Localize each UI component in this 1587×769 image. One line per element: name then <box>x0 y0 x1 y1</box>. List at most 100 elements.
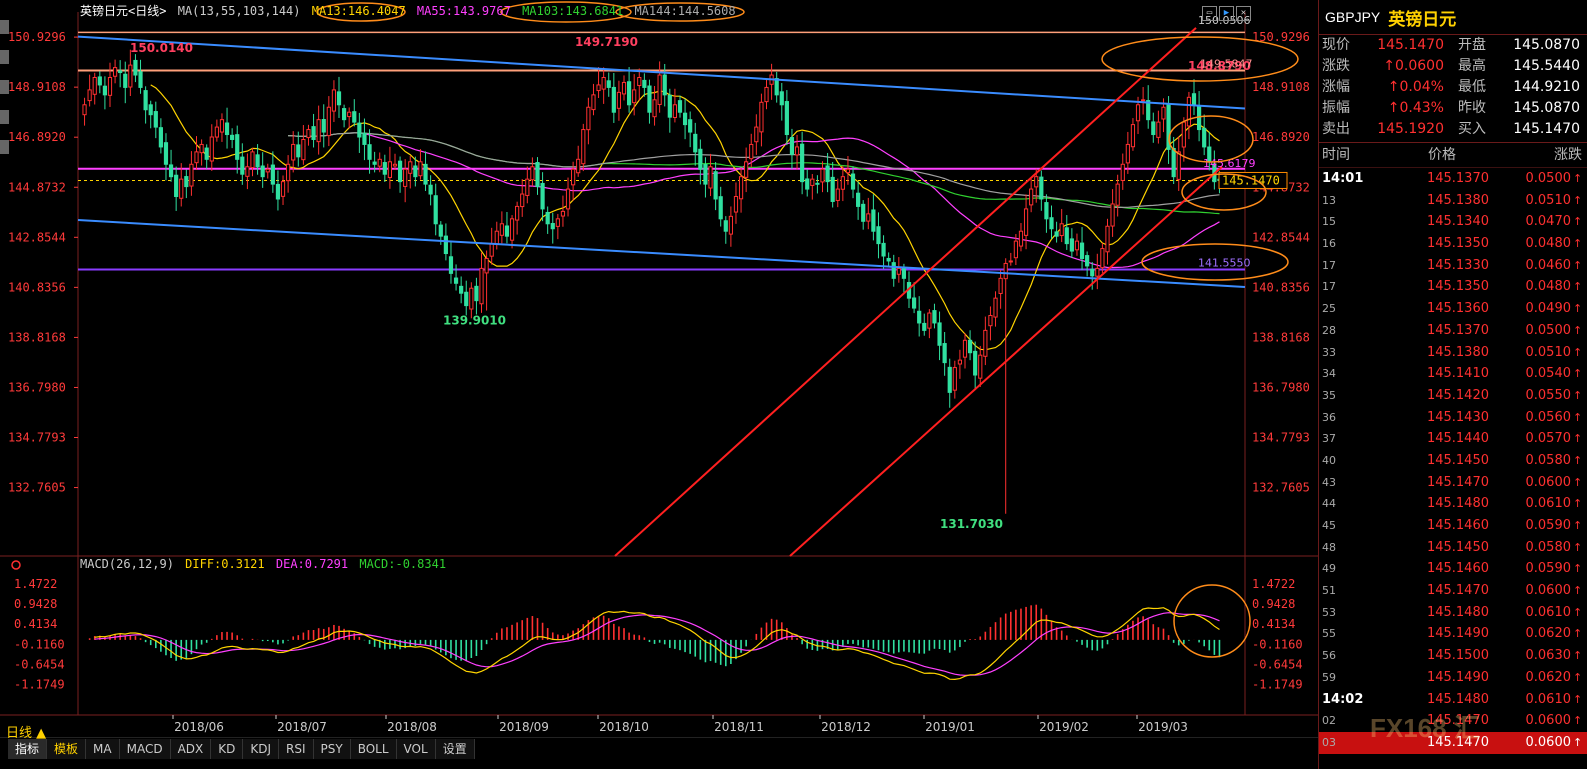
tick-row: 14:02 145.1480 0.0610 ↑ <box>1319 689 1587 711</box>
candle-body <box>805 178 810 190</box>
tick-time: 56 <box>1322 649 1336 663</box>
candle-body <box>1110 203 1115 227</box>
tick-price: 145.1350 <box>1426 236 1489 252</box>
up-arrow-icon: ↑ <box>1573 302 1583 316</box>
quote-label: 买入 <box>1458 121 1486 137</box>
candle-body <box>993 297 998 318</box>
candle-body <box>499 223 504 236</box>
left-toolbar[interactable] <box>0 20 10 220</box>
candle-body <box>942 343 947 364</box>
candle-body <box>382 162 387 175</box>
tick-header: 时间 价格 涨跌 <box>1319 143 1587 168</box>
watermark-logo: FX168 汇 <box>1370 713 1480 743</box>
candle-body <box>1191 93 1197 106</box>
macd-tick-left: -0.1160 <box>14 637 65 651</box>
price-tick-left: 142.8544 <box>8 230 66 244</box>
candle-body <box>453 277 459 284</box>
quote-value: 145.5440 <box>1513 58 1580 74</box>
tick-row: 49 145.1460 0.0590 ↑ <box>1319 558 1587 580</box>
tick-price: 145.1490 <box>1426 626 1489 642</box>
tab-3[interactable]: MACD <box>119 739 171 759</box>
tick-change: 0.0600 <box>1525 583 1572 599</box>
date-tick: 2018/07 <box>277 720 327 734</box>
macd-tick-right: -1.1749 <box>1252 677 1303 691</box>
tab-6[interactable]: KDJ <box>243 739 280 759</box>
tab-0[interactable]: 指标 <box>8 739 48 759</box>
quote-label: 涨幅 <box>1322 79 1350 95</box>
quote-row: 涨跌 ↑0.0600 最高 145.5440 <box>1319 56 1587 77</box>
quote-label: 卖出 <box>1322 121 1350 137</box>
level-label: 145.6179 <box>1203 157 1256 170</box>
tick-price: 145.1380 <box>1426 344 1489 360</box>
tick-price: 145.1450 <box>1426 452 1489 468</box>
macd-tick-right: 1.4722 <box>1252 577 1295 591</box>
candle-body <box>1196 105 1202 131</box>
tool-icon[interactable] <box>0 20 9 34</box>
candle-body <box>1039 176 1044 200</box>
candle-body <box>1034 176 1039 188</box>
instrument-name: 英镑日元 <box>1388 9 1457 30</box>
up-arrow-icon: ↑ <box>1573 540 1583 554</box>
close-icon[interactable]: ✕ <box>1236 6 1251 21</box>
candle-body <box>1003 262 1008 280</box>
candle-body <box>708 166 713 189</box>
candle-body <box>1141 99 1146 102</box>
low-label: 139.9010 <box>443 314 506 328</box>
candle-body <box>418 161 423 177</box>
tab-2[interactable]: MA <box>86 739 120 759</box>
candle-body <box>123 73 128 88</box>
candlestick-chart[interactable]: 1.4722 1.4722 0.9428 0.9428 0.4134 0.4134 -0.1… <box>0 0 1318 738</box>
candle-body <box>952 367 957 391</box>
tick-row: 25 145.1360 0.0490 ↑ <box>1319 298 1587 320</box>
indicator-tabs[interactable]: 指标 模板 MA MACD ADX KD KDJ RSI PSY BOLL VOL 设置 <box>8 739 475 759</box>
candle-body <box>835 188 840 201</box>
minimize-icon[interactable]: ▭ <box>1202 6 1217 21</box>
tick-time: 17 <box>1322 280 1336 294</box>
candle-body <box>830 176 835 202</box>
candle-body <box>973 350 978 376</box>
price-tick-right: 132.7605 <box>1252 481 1310 495</box>
tick-time: 14:01 <box>1322 171 1364 186</box>
candle-body <box>535 162 540 188</box>
candle-body <box>479 267 484 305</box>
tab-9[interactable]: BOLL <box>350 739 397 759</box>
candle-body <box>133 59 138 76</box>
candle-body <box>1161 106 1166 120</box>
tab-8[interactable]: PSY <box>313 739 351 759</box>
tab-4[interactable]: ADX <box>170 739 212 759</box>
tool-icon[interactable] <box>0 140 9 154</box>
tick-time: 45 <box>1322 519 1336 532</box>
candle-body <box>626 81 632 106</box>
tool-icon[interactable] <box>0 110 9 124</box>
candle-body <box>983 329 988 357</box>
pane-buttons[interactable]: ▭ ▶ ✕ <box>1202 6 1251 21</box>
candle-body <box>515 205 520 221</box>
level-label: 149.5847 <box>1200 57 1253 70</box>
tick-change: 0.0600 <box>1525 474 1572 490</box>
tab-10[interactable]: VOL <box>396 739 436 759</box>
candle-body <box>423 163 428 185</box>
candle-body <box>800 143 805 183</box>
quote-value: 145.1920 <box>1377 121 1444 137</box>
tick-time: 14:02 <box>1322 691 1364 707</box>
tab-7[interactable]: RSI <box>279 739 314 759</box>
tab-1[interactable]: 模板 <box>47 739 87 759</box>
tab-5[interactable]: KD <box>211 739 244 759</box>
candle-body <box>754 126 759 143</box>
candle-body <box>194 151 199 164</box>
tick-row: 33 145.1380 0.0510 ↑ <box>1319 342 1587 364</box>
tool-icon[interactable] <box>0 50 9 64</box>
tick-change: 0.0480 <box>1525 279 1572 295</box>
candle-body <box>927 312 932 329</box>
candle-body <box>118 70 123 74</box>
high-label: 149.7190 <box>575 35 638 49</box>
tab-11[interactable]: 设置 <box>435 739 475 759</box>
tick-row: 53 145.1480 0.0610 ↑ <box>1319 602 1587 624</box>
candle-body <box>520 193 525 208</box>
play-icon[interactable]: ▶ <box>1219 6 1234 21</box>
quote-row: 卖出 145.1920 买入 145.1470 <box>1319 119 1587 140</box>
candle-body <box>413 165 418 178</box>
tick-list[interactable]: 14:01 145.1370 0.0500 ↑ 13 145.1380 0.0510 ↑ 15 1… <box>1319 168 1587 754</box>
macd-tick-left: -1.1749 <box>14 677 65 691</box>
tool-icon[interactable] <box>0 80 9 94</box>
